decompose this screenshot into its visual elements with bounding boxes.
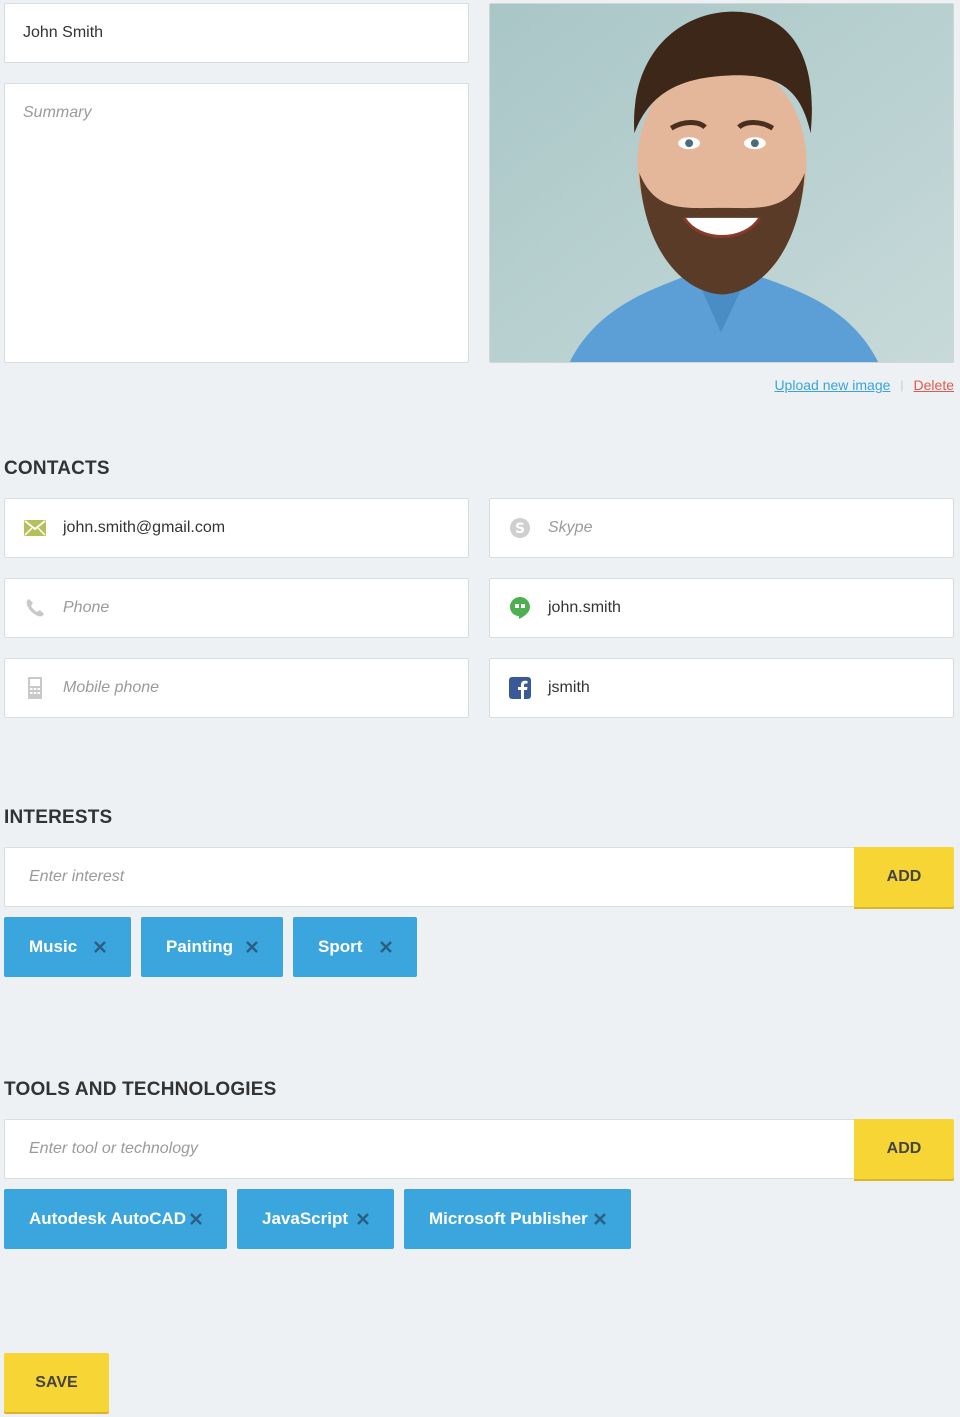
add-interest-button[interactable]: ADD [854, 847, 954, 907]
close-icon[interactable] [189, 1211, 203, 1225]
facebook-icon [508, 676, 532, 700]
delete-image-link[interactable]: Delete [914, 377, 954, 393]
profile-photo [489, 3, 954, 363]
facebook-field[interactable]: jsmith [489, 658, 954, 718]
email-field[interactable]: john.smith@gmail.com [4, 498, 469, 558]
phone-field[interactable]: Phone [4, 578, 469, 638]
close-icon[interactable] [379, 939, 393, 953]
upload-image-link[interactable]: Upload new image [774, 377, 890, 393]
interest-tag: Sport [293, 917, 417, 977]
tag-label: Painting [166, 937, 234, 956]
tag-label: Music [29, 937, 78, 956]
save-button[interactable]: SAVE [4, 1353, 109, 1412]
svg-text:S: S [515, 521, 525, 537]
email-value: john.smith@gmail.com [63, 519, 226, 536]
close-icon[interactable] [356, 1211, 370, 1225]
skype-field[interactable]: S Skype [489, 498, 954, 558]
interest-input[interactable]: Enter interest [4, 847, 856, 907]
interests-title: INTERESTS [4, 807, 113, 828]
mobile-phone-placeholder: Mobile phone [63, 679, 160, 696]
link-separator: | [900, 378, 904, 392]
facebook-value: jsmith [548, 679, 590, 696]
tag-label: Sport [318, 937, 363, 956]
summary-textarea[interactable]: Summary [4, 83, 469, 363]
tool-tag: JavaScript [237, 1189, 394, 1249]
name-value: John Smith [23, 24, 104, 41]
interest-tag: Music [4, 917, 131, 977]
close-icon[interactable] [245, 939, 259, 953]
skype-placeholder: Skype [548, 519, 593, 536]
tool-tag: Microsoft Publisher [404, 1189, 631, 1249]
tool-placeholder: Enter tool or technology [29, 1140, 198, 1157]
photo-actions: Upload new image | Delete [774, 377, 954, 393]
summary-placeholder: Summary [23, 104, 92, 121]
phone-icon [23, 596, 47, 620]
close-icon[interactable] [593, 1211, 607, 1225]
hangouts-value: john.smith [548, 599, 621, 616]
mobile-phone-icon [23, 676, 47, 700]
phone-placeholder: Phone [63, 599, 110, 616]
tag-label: Autodesk AutoCAD [29, 1209, 187, 1228]
tag-label: Microsoft Publisher [429, 1209, 588, 1228]
interest-tag: Painting [141, 917, 283, 977]
tools-title: TOOLS AND TECHNOLOGIES [4, 1079, 277, 1100]
tool-input[interactable]: Enter tool or technology [4, 1119, 856, 1179]
envelope-icon [23, 516, 47, 540]
close-icon[interactable] [93, 939, 107, 953]
name-field[interactable]: John Smith [4, 3, 469, 63]
interest-placeholder: Enter interest [29, 868, 125, 885]
tag-label: JavaScript [262, 1209, 348, 1228]
hangouts-field[interactable]: john.smith [489, 578, 954, 638]
hangouts-icon [508, 596, 532, 620]
add-tool-button[interactable]: ADD [854, 1119, 954, 1179]
mobile-phone-field[interactable]: Mobile phone [4, 658, 469, 718]
contacts-title: CONTACTS [4, 458, 110, 479]
tool-tag: Autodesk AutoCAD [4, 1189, 227, 1249]
skype-icon: S [508, 516, 532, 540]
